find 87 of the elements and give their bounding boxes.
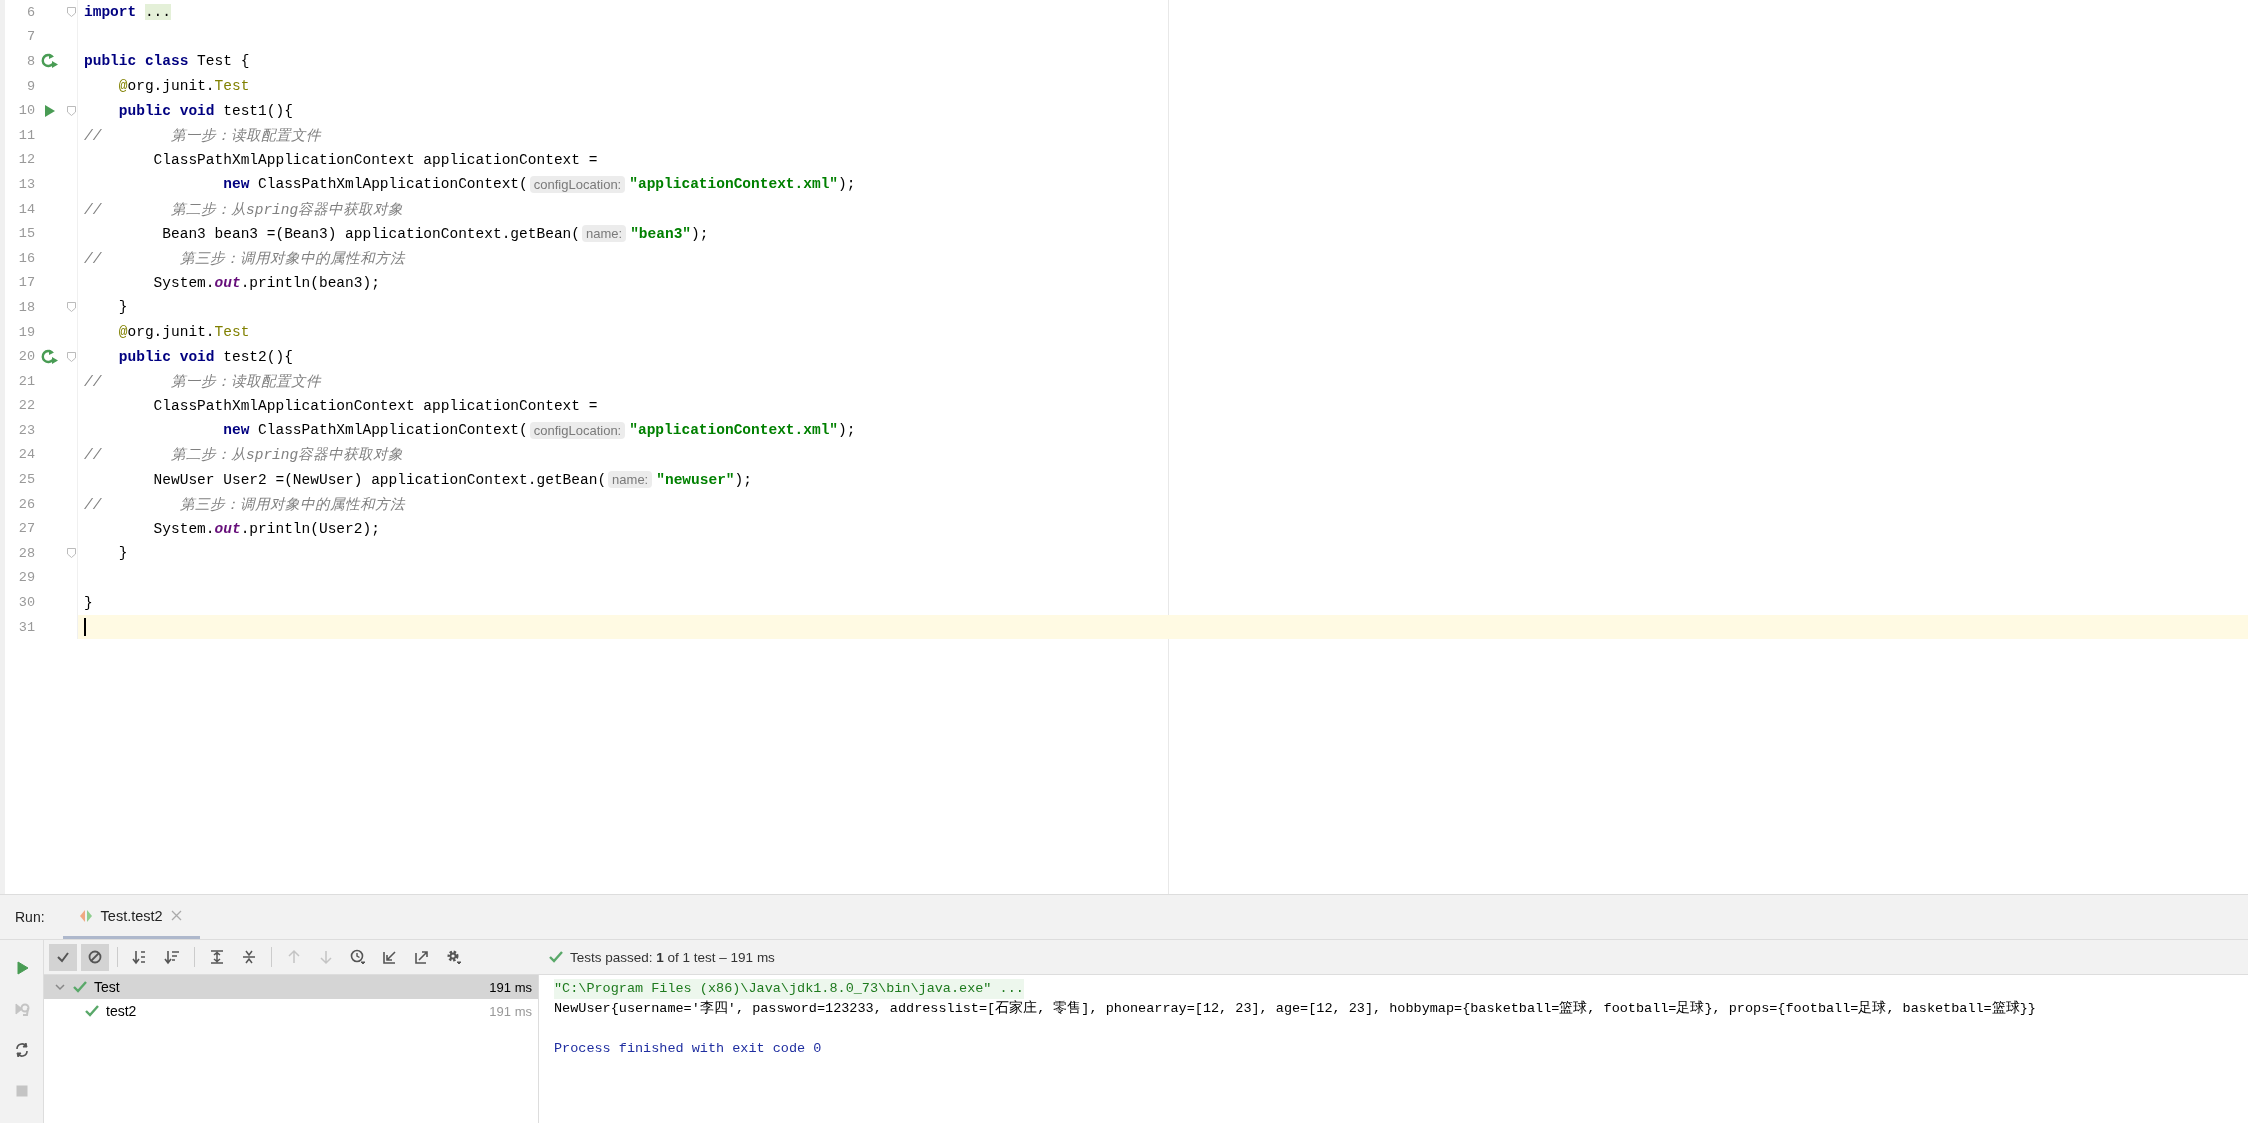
code-line: public void test2(){ [117,347,294,367]
checkmark-icon [72,980,88,994]
line-number: 6 [25,4,35,20]
line-number: 26 [17,496,35,512]
line-number: 13 [17,176,35,192]
text-cursor [84,618,86,637]
run-tab[interactable]: Test.test2 [62,895,200,939]
line-number: 24 [17,447,35,463]
code-line: System.out.println(bean3); [152,273,381,293]
line-number: 22 [17,398,35,414]
rerun-icon[interactable] [41,53,59,70]
test-status-text: Tests passed: 1 of 1 test – 191 ms [570,949,775,965]
line-number: 30 [17,595,35,611]
fold-icon[interactable] [66,105,76,116]
code-line: ClassPathXmlApplicationContext applicationContext = [152,396,599,416]
code-line: System.out.println(User2); [152,519,381,539]
sort-alphabetical-icon [132,949,148,965]
line-number: 20 [17,349,35,365]
tree-item[interactable]: Test 191 ms [44,975,538,999]
test-icon [78,908,93,923]
line-number: 28 [17,545,35,561]
fold-icon[interactable] [66,351,76,362]
line-number: 10 [17,103,35,119]
line-number: 8 [25,54,35,69]
settings-icon [446,949,462,965]
code-line: // 第一步：读取配置文件 [83,126,323,146]
code-line: public void test1(){ [117,101,294,121]
prohibited-icon [87,949,103,965]
checkmark-icon [548,950,564,964]
code-line: NewUser User2 =(NewUser) applicationContext.getBean( name: "newuser"); [152,470,753,491]
close-icon[interactable] [170,910,182,921]
tree-item[interactable]: test2 191 ms [44,999,538,1023]
code-line: import ... [83,3,173,23]
toolbar-button[interactable] [49,943,77,971]
code-line: // 第二步：从spring容器中获取对象 [83,200,405,220]
code-line: new ClassPathXmlApplicationContext( configLocation: "applicationContext.xml"); [222,174,857,195]
line-number: 29 [17,570,35,586]
console-line: Process finished with exit code 0 [554,1040,822,1058]
rerun-icon[interactable] [41,348,59,365]
chevron-icon[interactable] [54,981,66,993]
code-line: public class Test { [83,52,251,72]
sort-duration-icon [164,949,180,965]
code-line: } [83,593,94,613]
code-line: } [117,298,129,318]
code-line: @org.junit.Test [117,77,251,97]
fold-icon[interactable] [66,7,76,18]
line-number: 17 [17,275,35,291]
run-label: Run: [14,909,46,925]
line-number: 12 [17,152,35,168]
line-number: 27 [17,521,35,537]
stop-icon [13,1082,30,1099]
line-number: 9 [25,78,35,94]
line-number: 21 [17,373,35,389]
fold-icon[interactable] [66,548,76,559]
line-number: 31 [17,619,35,635]
line-number: 23 [17,422,35,438]
code-line: @org.junit.Test [117,323,251,342]
console-line: NewUser{username='李四', password=123233, addresslist=[石家庄, 零售], phonearray=[12, 23], age=[12, 23], hobbymap={basketball=篮球, football=足球}, props={football=足球, basketball=篮球}} [554,999,2036,1018]
checkmark-icon [84,1004,100,1018]
line-number: 7 [25,29,35,45]
toolbar-button[interactable] [81,943,109,971]
rerun-icon [13,1000,30,1017]
code-line: // 第三步：调用对象中的属性和方法 [83,249,406,269]
code-line: ClassPathXmlApplicationContext applicationContext = [152,150,599,170]
line-number: 18 [17,299,35,315]
down-arrow-icon [318,949,334,965]
line-number: 19 [17,324,35,340]
import-arrow-icon [382,949,398,965]
line-number: 16 [17,250,35,266]
fold-icon[interactable] [66,302,76,313]
line-number: 14 [17,201,35,217]
line-number: 25 [17,472,35,488]
up-arrow-icon [286,949,302,965]
code-line: new ClassPathXmlApplicationContext( configLocation: "applicationContext.xml"); [222,420,857,441]
expand-all-icon [209,949,225,965]
code-line: // 第三步：调用对象中的属性和方法 [83,495,406,515]
code-line: Bean3 bean3 =(Bean3) applicationContext.getBean( name: "bean3"); [161,224,710,245]
code-line: } [117,544,129,564]
export-arrow-icon [414,949,430,965]
line-number: 15 [17,226,35,242]
clock-icon [350,949,366,965]
refresh-icon [13,1041,30,1058]
collapse-all-icon [241,949,257,965]
run-icon[interactable] [44,103,56,118]
code-line: // 第二步：从spring容器中获取对象 [83,446,405,466]
line-number: 11 [17,127,35,143]
code-line: // 第一步：读取配置文件 [83,372,323,392]
